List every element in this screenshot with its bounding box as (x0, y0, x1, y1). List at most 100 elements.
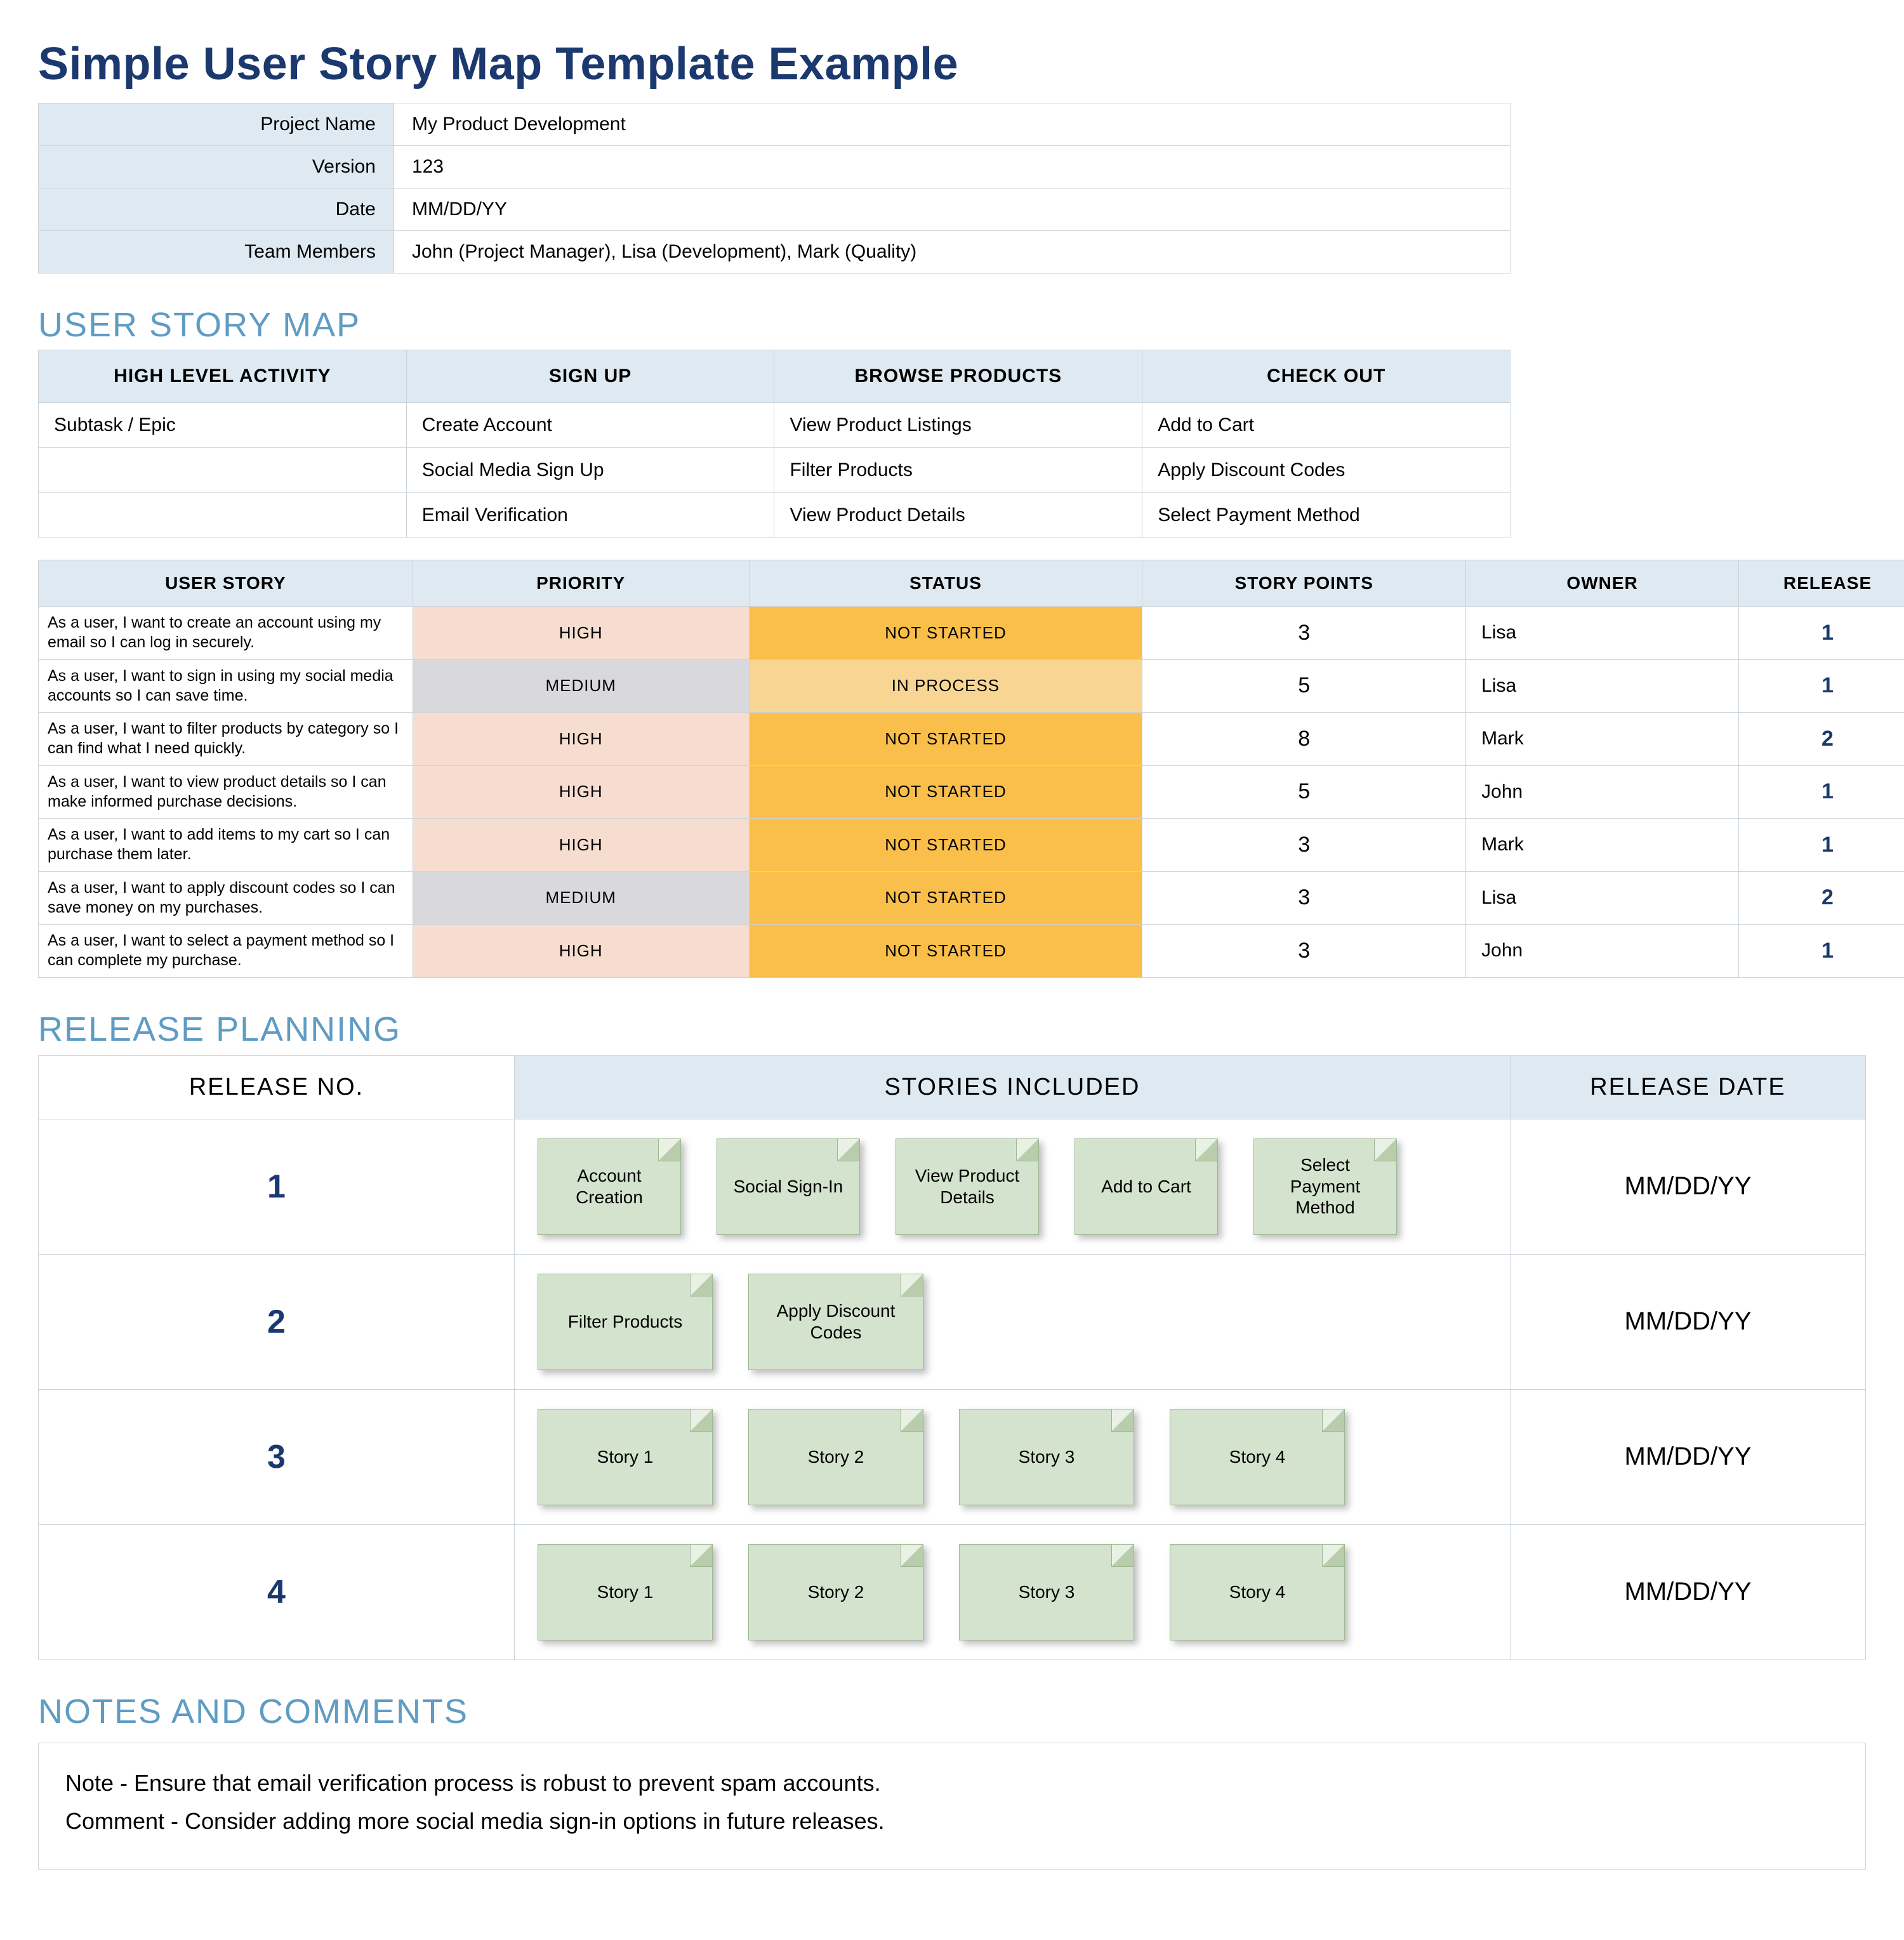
story-owner: Lisa (1466, 607, 1739, 660)
story-text: As a user, I want to select a payment me… (39, 925, 413, 978)
meta-value: John (Project Manager), Lisa (Developmen… (394, 231, 1511, 274)
notes-line: Note - Ensure that email verification pr… (65, 1766, 1839, 1800)
release-number: 2 (39, 1254, 515, 1389)
stories-head-priority: PRIORITY (413, 560, 749, 607)
map-cell: Filter Products (774, 448, 1142, 493)
story-release: 1 (1739, 819, 1904, 872)
release-number: 3 (39, 1389, 515, 1524)
map-cell: Add to Cart (1142, 403, 1511, 448)
story-priority: HIGH (413, 819, 749, 872)
meta-label: Version (39, 146, 394, 188)
story-owner: John (1466, 925, 1739, 978)
release-story-card: Story 2 (748, 1544, 923, 1640)
map-head-col: SIGN UP (406, 350, 774, 403)
story-points: 3 (1142, 925, 1466, 978)
story-status: NOT STARTED (749, 713, 1142, 766)
release-story-card: Story 4 (1170, 1544, 1345, 1640)
story-priority: HIGH (413, 713, 749, 766)
release-story-card: Story 3 (959, 1544, 1134, 1640)
story-release: 2 (1739, 713, 1904, 766)
release-story-card: Story 1 (538, 1409, 713, 1505)
story-points: 8 (1142, 713, 1466, 766)
release-stories-cell: Filter Products Apply Discount Codes (515, 1254, 1511, 1389)
map-cell: View Product Details (774, 493, 1142, 538)
story-owner: Lisa (1466, 871, 1739, 925)
release-story-card: Story 2 (748, 1409, 923, 1505)
map-cell: Email Verification (406, 493, 774, 538)
section-title-map: USER STORY MAP (38, 305, 1866, 345)
release-stories-cell: Story 1 Story 2 Story 3 Story 4 (515, 1524, 1511, 1660)
release-story-card: Select Payment Method (1253, 1138, 1397, 1235)
release-date: MM/DD/YY (1511, 1254, 1866, 1389)
stories-head-status: STATUS (749, 560, 1142, 607)
story-points: 3 (1142, 819, 1466, 872)
map-row-label (39, 493, 407, 538)
releases-head-no: RELEASE NO. (39, 1055, 515, 1119)
release-story-card: Story 3 (959, 1409, 1134, 1505)
story-status: NOT STARTED (749, 871, 1142, 925)
release-stories-cell: Account Creation Social Sign-In View Produ… (515, 1119, 1511, 1254)
story-owner: Lisa (1466, 659, 1739, 713)
story-release: 1 (1739, 607, 1904, 660)
story-text: As a user, I want to create an account u… (39, 607, 413, 660)
release-story-card: Add to Cart (1074, 1138, 1218, 1235)
release-date: MM/DD/YY (1511, 1389, 1866, 1524)
story-status: NOT STARTED (749, 765, 1142, 819)
story-map-table: HIGH LEVEL ACTIVITY SIGN UP BROWSE PRODU… (38, 350, 1511, 538)
map-cell: Social Media Sign Up (406, 448, 774, 493)
story-text: As a user, I want to sign in using my so… (39, 659, 413, 713)
map-row-label: Subtask / Epic (39, 403, 407, 448)
meta-value: MM/DD/YY (394, 188, 1511, 231)
release-stories-cell: Story 1 Story 2 Story 3 Story 4 (515, 1389, 1511, 1524)
story-text: As a user, I want to apply discount code… (39, 871, 413, 925)
releases-head-stories: STORIES INCLUDED (515, 1055, 1511, 1119)
release-story-card: Filter Products (538, 1274, 713, 1370)
releases-head-date: RELEASE DATE (1511, 1055, 1866, 1119)
story-points: 3 (1142, 871, 1466, 925)
story-points: 5 (1142, 765, 1466, 819)
map-cell: Select Payment Method (1142, 493, 1511, 538)
story-owner: Mark (1466, 819, 1739, 872)
meta-label: Date (39, 188, 394, 231)
story-release: 1 (1739, 765, 1904, 819)
release-story-card: Story 4 (1170, 1409, 1345, 1505)
story-release: 2 (1739, 871, 1904, 925)
story-points: 5 (1142, 659, 1466, 713)
user-stories-table: USER STORY PRIORITY STATUS STORY POINTS … (38, 560, 1904, 978)
release-date: MM/DD/YY (1511, 1119, 1866, 1254)
stories-head-points: STORY POINTS (1142, 560, 1466, 607)
release-story-card: Apply Discount Codes (748, 1274, 923, 1370)
release-number: 4 (39, 1524, 515, 1660)
story-text: As a user, I want to add items to my car… (39, 819, 413, 872)
map-cell: Create Account (406, 403, 774, 448)
map-head-activity: HIGH LEVEL ACTIVITY (39, 350, 407, 403)
release-story-card: Story 1 (538, 1544, 713, 1640)
meta-value: 123 (394, 146, 1511, 188)
story-text: As a user, I want to view product detail… (39, 765, 413, 819)
story-status: IN PROCESS (749, 659, 1142, 713)
story-priority: MEDIUM (413, 871, 749, 925)
meta-value: My Product Development (394, 103, 1511, 146)
release-story-card: Social Sign-In (717, 1138, 860, 1235)
story-release: 1 (1739, 925, 1904, 978)
story-status: NOT STARTED (749, 607, 1142, 660)
release-planning-table: RELEASE NO. STORIES INCLUDED RELEASE DAT… (38, 1055, 1866, 1660)
notes-line: Comment - Consider adding more social me… (65, 1804, 1839, 1838)
map-head-col: CHECK OUT (1142, 350, 1511, 403)
story-status: NOT STARTED (749, 925, 1142, 978)
stories-head-owner: OWNER (1466, 560, 1739, 607)
meta-table: Project NameMy Product DevelopmentVersio… (38, 103, 1511, 274)
story-priority: MEDIUM (413, 659, 749, 713)
story-status: NOT STARTED (749, 819, 1142, 872)
release-story-card: Account Creation (538, 1138, 681, 1235)
page-title: Simple User Story Map Template Example (38, 38, 1866, 90)
release-story-card: View Product Details (896, 1138, 1039, 1235)
story-priority: HIGH (413, 925, 749, 978)
story-release: 1 (1739, 659, 1904, 713)
release-number: 1 (39, 1119, 515, 1254)
story-text: As a user, I want to filter products by … (39, 713, 413, 766)
story-priority: HIGH (413, 607, 749, 660)
stories-head-release: RELEASE (1739, 560, 1904, 607)
notes-box: Note - Ensure that email verification pr… (38, 1743, 1866, 1870)
release-date: MM/DD/YY (1511, 1524, 1866, 1660)
